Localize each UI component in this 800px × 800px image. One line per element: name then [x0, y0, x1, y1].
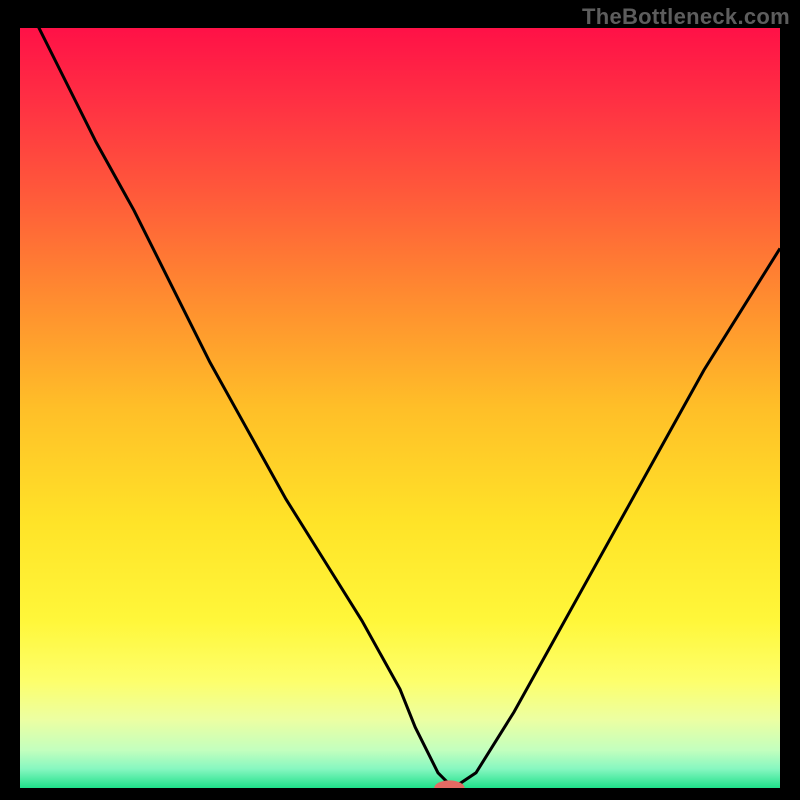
chart-container: { "watermark": "TheBottleneck.com", "cha…: [0, 0, 800, 800]
gradient-background: [20, 28, 780, 788]
plot-svg: [20, 28, 780, 788]
bottleneck-plot: [20, 28, 780, 788]
watermark-text: TheBottleneck.com: [582, 4, 790, 30]
